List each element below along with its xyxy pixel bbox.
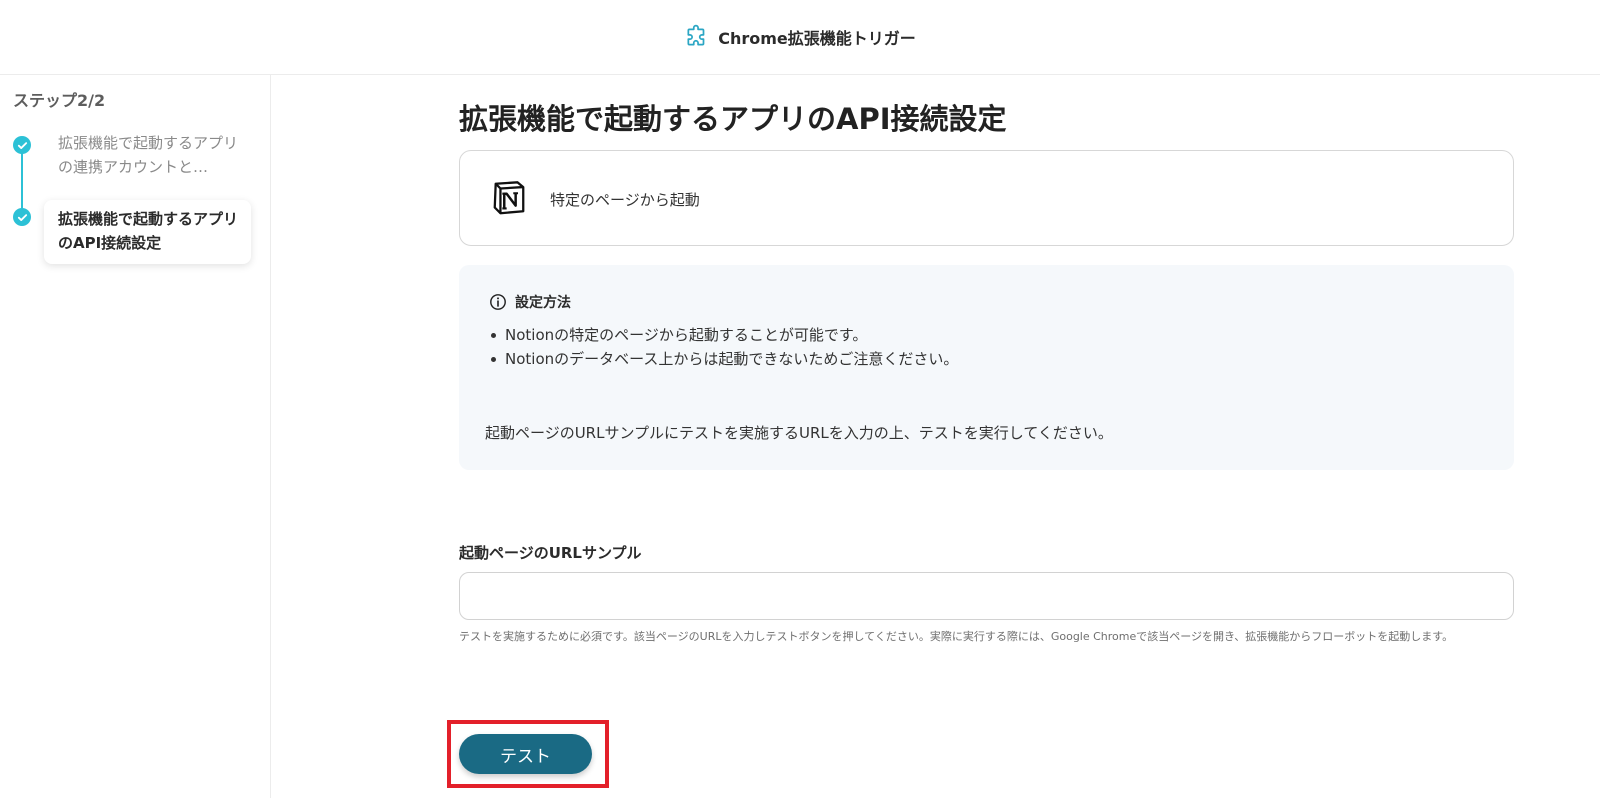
puzzle-icon	[687, 24, 705, 46]
test-button[interactable]: テスト	[459, 734, 592, 774]
trigger-type-label: 特定のページから起動	[550, 191, 700, 209]
info-list: Notionの特定のページから起動することが可能です。 Notionのデータベー…	[489, 323, 958, 371]
app-trigger-card: 特定のページから起動	[459, 150, 1514, 246]
step-sidebar: ステップ2/2 拡張機能で起動するアプリの連携アカウントと… 拡張機能で起動する…	[0, 75, 271, 798]
step-2-check-icon	[13, 208, 31, 226]
sidebar-step-1[interactable]: 拡張機能で起動するアプリの連携アカウントと…	[58, 131, 246, 179]
url-sample-input[interactable]	[459, 572, 1514, 620]
header-title-group: Chrome拡張機能トリガー	[684, 24, 916, 50]
page-title: 拡張機能で起動するアプリのAPI接続設定	[459, 102, 1007, 136]
step-1-check-icon	[13, 136, 31, 154]
sidebar-step-2-card[interactable]: 拡張機能で起動するアプリのAPI接続設定	[44, 200, 251, 264]
info-heading-row: 設定方法	[489, 292, 571, 312]
info-list-item: Notionのデータベース上からは起動できないためご注意ください。	[489, 347, 958, 371]
info-note: 起動ページのURLサンプルにテストを実施するURLを入力の上、テストを実行してく…	[485, 424, 1113, 442]
url-field-help-text: テストを実施するために必須です。該当ページのURLを入力しテストボタンを押してく…	[459, 630, 1454, 643]
notion-logo-icon	[493, 181, 525, 215]
info-list-item: Notionの特定のページから起動することが可能です。	[489, 323, 958, 347]
top-header: Chrome拡張機能トリガー	[0, 0, 1600, 75]
setup-info-box: 設定方法 Notionの特定のページから起動することが可能です。 Notionの…	[459, 265, 1514, 470]
step-counter: ステップ2/2	[13, 91, 106, 110]
info-heading: 設定方法	[515, 295, 571, 311]
info-icon	[490, 294, 506, 310]
sidebar-step-2: 拡張機能で起動するアプリのAPI接続設定	[58, 210, 239, 252]
page-header-title: Chrome拡張機能トリガー	[718, 29, 916, 48]
url-field-label: 起動ページのURLサンプル	[459, 544, 642, 562]
